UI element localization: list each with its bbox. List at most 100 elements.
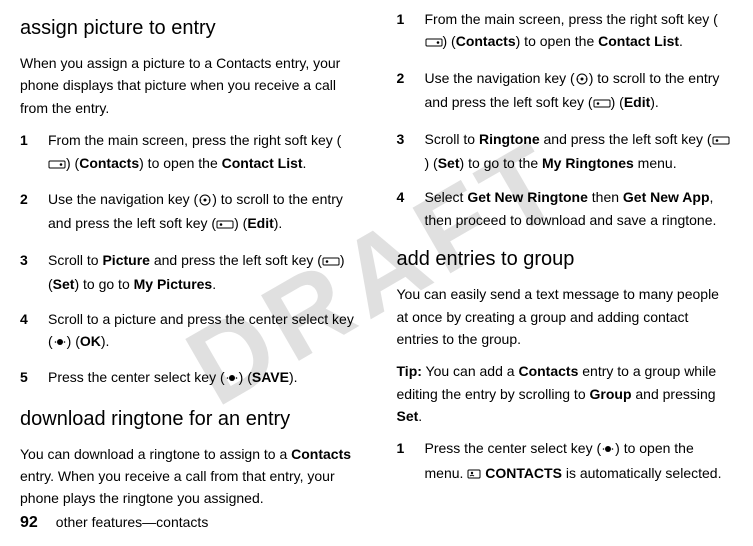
step: 3 Scroll to Picture and press the left s… [20,249,357,296]
intro-assign-picture: When you assign a picture to a Contacts … [20,52,357,119]
text: Scroll to [425,131,479,147]
page-content: assign picture to entry When you assign … [0,0,753,520]
label-get-new-app: Get New App [623,189,710,205]
label-group: Group [590,386,632,402]
step: 2 Use the navigation key () to scroll to… [20,188,357,237]
label-contacts: Contacts [518,363,578,379]
text: Select [425,189,468,205]
text: ) to open the [139,155,222,171]
text: ) to go to the [460,155,543,171]
text: ) ( [67,333,80,349]
step-number: 2 [397,67,411,116]
step-number: 3 [20,249,34,296]
step: 5 Press the center select key () (SAVE). [20,366,357,390]
label-ok: OK [80,333,101,349]
step-body: Use the navigation key () to scroll to t… [48,188,357,237]
step: 1 Press the center select key () to open… [397,437,734,486]
left-column: assign picture to entry When you assign … [20,8,357,520]
label-get-new-ringtone: Get New Ringtone [467,189,588,205]
label-contact-list: Contact List [598,33,679,49]
step: 3 Scroll to Ringtone and press the left … [397,128,734,175]
tip-paragraph: Tip: You can add a Contacts entry to a g… [397,360,734,427]
step: 1 From the main screen, press the right … [397,8,734,55]
text: . [418,408,422,424]
text: is automatically selected. [562,465,722,481]
label-contacts: Contacts [291,446,351,462]
text: ) ( [443,33,456,49]
page-footer: 92other features—contacts [20,510,208,536]
step-body: Scroll to Ringtone and press the left so… [425,128,734,175]
step-body: From the main screen, press the right so… [425,8,734,55]
text: Use the navigation key ( [425,70,575,86]
text: ). [101,333,110,349]
label-my-ringtones: My Ringtones [542,155,634,171]
left-soft-key-icon [593,93,611,115]
label-set: Set [438,155,460,171]
left-soft-key-icon [216,214,234,236]
label-my-pictures: My Pictures [134,276,213,292]
step-number: 2 [20,188,34,237]
step: 1 From the main screen, press the right … [20,129,357,176]
step-number: 1 [20,129,34,176]
text: and press the left soft key ( [540,131,712,147]
heading-download-ringtone: download ringtone for an entry [20,403,357,435]
right-column: 1 From the main screen, press the right … [397,8,734,520]
step: 4 Select Get New Ringtone then Get New A… [397,186,734,231]
text: ) to open the [516,33,599,49]
left-soft-key-icon [322,251,340,273]
intro-add-entries-group: You can easily send a text message to ma… [397,283,734,350]
text: Press the center select key ( [48,369,225,385]
step-number: 3 [397,128,411,175]
text: entry. When you receive a call from that… [20,468,335,506]
text: You can download a ringtone to assign to… [20,446,291,462]
heading-assign-picture: assign picture to entry [20,12,357,44]
text: . [679,33,683,49]
label-picture: Picture [102,252,149,268]
text: and press the left soft key ( [150,252,322,268]
label-edit: Edit [247,215,273,231]
footer-label: other features—contacts [56,514,209,530]
text: From the main screen, press the right so… [425,11,718,27]
step-body: Press the center select key () to open t… [425,437,734,486]
label-edit: Edit [624,94,650,110]
label-contact-list: Contact List [222,155,303,171]
text: then [588,189,623,205]
tip-label: Tip: [397,363,422,379]
text: ). [650,94,659,110]
text: ). [289,369,298,385]
label-set: Set [53,276,75,292]
step-number: 4 [20,308,34,355]
step-number: 1 [397,437,411,486]
step: 2 Use the navigation key () to scroll to… [397,67,734,116]
step-body: Press the center select key () (SAVE). [48,366,357,390]
text: ). [274,215,283,231]
step-body: Select Get New Ringtone then Get New App… [425,186,734,231]
step-number: 5 [20,366,34,390]
text: ) ( [66,155,79,171]
step-number: 4 [397,186,411,231]
text: Press the center select key ( [425,440,602,456]
right-soft-key-icon [425,32,443,54]
step: 4 Scroll to a picture and press the cent… [20,308,357,355]
text: and pressing [632,386,716,402]
text: You can add a [422,363,519,379]
text: . [212,276,216,292]
step-number: 1 [397,8,411,55]
step-body: Use the navigation key () to scroll to t… [425,67,734,116]
nav-key-icon [575,69,589,91]
label-save: SAVE [252,369,289,385]
center-key-icon [53,332,67,354]
label-contacts: Contacts [79,155,139,171]
label-set: Set [397,408,419,424]
text: Use the navigation key ( [48,191,198,207]
contacts-card-icon [467,464,481,486]
text: ) ( [611,94,624,110]
text: ) ( [425,155,438,171]
label-contacts-menu: CONTACTS [485,465,562,481]
right-soft-key-icon [48,154,66,176]
text: ) to go to [74,276,133,292]
nav-key-icon [198,190,212,212]
text: menu. [634,155,677,171]
label-ringtone: Ringtone [479,131,540,147]
text: From the main screen, press the right so… [48,132,341,148]
